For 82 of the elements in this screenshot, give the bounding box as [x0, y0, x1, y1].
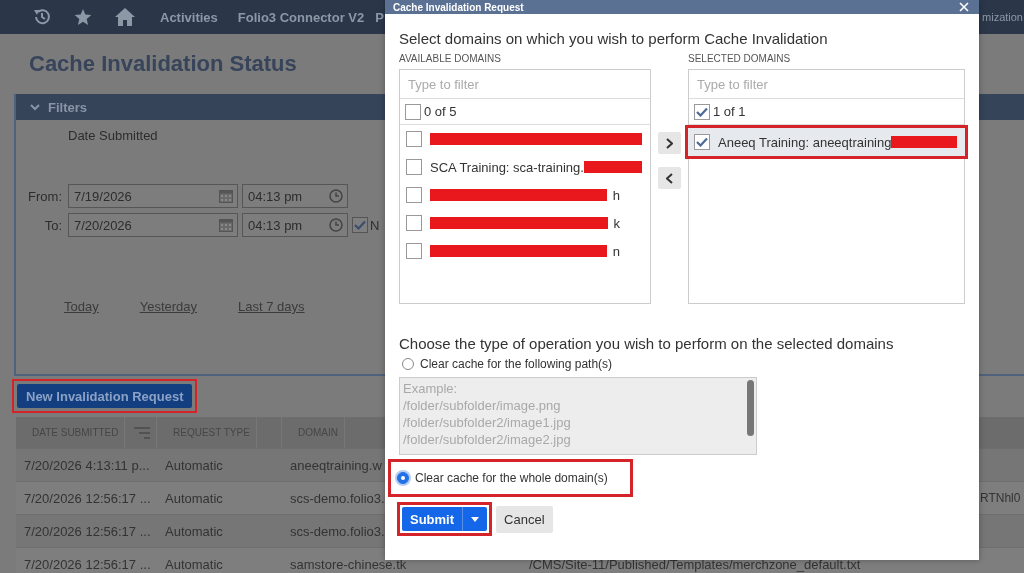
table-cell-text: scs-demo.folio3. [289, 523, 386, 539]
domain-item[interactable]: SCA Training: sca-training. [400, 153, 650, 181]
option-label: Clear cache for the following path(s) [420, 357, 613, 371]
checkbox[interactable] [405, 103, 421, 120]
table-cell-text: Automatic [164, 556, 224, 572]
domain-item[interactable]: n [400, 237, 650, 265]
table-cell-text: /CMS/Site-11/Published/Templates/merchzone_default.txt [528, 556, 862, 572]
checkbox[interactable] [406, 131, 422, 147]
check-icon [696, 106, 708, 117]
check-icon [696, 137, 708, 147]
date-range-link[interactable]: Yesterday [139, 299, 198, 314]
domain-item[interactable]: k [400, 209, 650, 237]
field-label: From: [27, 188, 63, 204]
clock-icon [329, 189, 343, 203]
table-cell-text: RTNhl0 [979, 491, 1022, 505]
chevron-left-icon [666, 172, 673, 184]
scrollbar[interactable] [747, 380, 754, 436]
filter-icon [134, 426, 150, 439]
checkbox[interactable] [406, 243, 422, 259]
checkbox[interactable] [406, 187, 422, 203]
nav-link[interactable]: mization [982, 11, 1023, 23]
new-request-button[interactable]: New Invalidation Request [17, 384, 193, 408]
home-icon [114, 7, 136, 27]
star-icon [74, 8, 92, 26]
table-cell-text: 7/20/2026 4:13:11 p... [23, 457, 151, 473]
checkbox[interactable] [694, 134, 710, 150]
history-icon [32, 7, 52, 27]
item-count: 0 of 5 [424, 104, 457, 119]
domain-name: k [613, 215, 620, 231]
domain-name: n [612, 243, 620, 259]
cancel-button[interactable]: Cancel [496, 505, 553, 533]
field-label: Date Submitted [68, 128, 158, 143]
move-left-button[interactable] [658, 167, 681, 189]
close-icon[interactable] [959, 2, 969, 12]
calendar-icon [219, 189, 233, 203]
date-field[interactable]: 7/19/2026 [68, 184, 238, 208]
nav-link[interactable]: Folio3 Connector V2 [237, 9, 365, 25]
clock-icon [329, 218, 343, 232]
calendar-icon [219, 218, 233, 232]
table-cell-text: 7/20/2026 12:56:17 ... [23, 523, 152, 539]
table-cell-text: 7/20/2026 12:56:17 ... [23, 490, 152, 506]
option-label: Clear cache for the whole domain(s) [415, 471, 608, 485]
page-title: Cache Invalidation Status [29, 50, 297, 78]
table-cell-text: Automatic [164, 523, 224, 539]
table-cell-text: Automatic [164, 457, 224, 473]
nav-link[interactable]: Activities [160, 9, 218, 25]
radio-button[interactable] [397, 472, 409, 484]
move-right-button[interactable] [658, 132, 681, 154]
domain-name: h [612, 187, 620, 203]
table-cell-text: scs-demo.folio3. [289, 490, 386, 506]
checkbox[interactable] [694, 103, 710, 120]
checkbox[interactable] [352, 217, 368, 233]
item-count: 1 of 1 [713, 104, 746, 119]
dialog-title-bar: Cache Invalidation Request [385, 0, 979, 14]
domain-item[interactable]: Aneeq Training: aneeqtraining [688, 128, 965, 156]
radio-button[interactable] [402, 358, 414, 370]
table-cell-text: 7/20/2026 12:56:17 ... [23, 556, 152, 572]
date-range-link[interactable]: Today [64, 299, 99, 314]
checkbox-label: N [370, 217, 380, 233]
chevron-right-icon [666, 137, 673, 149]
field-label: To: [43, 217, 63, 233]
time-field[interactable]: 04:13 pm [242, 184, 348, 208]
table-cell-text: aneeqtraining.w [289, 457, 383, 473]
time-field[interactable]: 04:13 pm [242, 213, 348, 237]
checkbox[interactable] [406, 159, 422, 175]
date-range-link[interactable]: Last 7 days [238, 299, 305, 314]
date-field[interactable]: 7/20/2026 [68, 213, 238, 237]
dialog-heading: Select domains on which you wish to perform Cache Invalidation [399, 30, 829, 48]
nav-link[interactable]: P [375, 9, 384, 25]
caret-icon [471, 516, 480, 522]
table-cell-text: Automatic [164, 490, 224, 506]
submit-menu-button[interactable] [462, 507, 488, 531]
domain-name: SCA Training: sca-training. [430, 159, 584, 175]
dialog-heading: Choose the type of operation you wish to perform on the selected domains [399, 335, 895, 353]
list-caption: SELECTED DOMAINS [688, 53, 792, 66]
list-caption: AVAILABLE DOMAINS [399, 53, 502, 66]
domain-name: Aneeq Training: aneeqtraining [718, 134, 892, 150]
table-cell-text: samstore-chinese.tk [289, 556, 408, 572]
check-icon [354, 220, 366, 230]
checkbox[interactable] [406, 215, 422, 231]
domain-item[interactable]: h [400, 181, 650, 209]
submit-button[interactable]: Submit [402, 507, 463, 531]
